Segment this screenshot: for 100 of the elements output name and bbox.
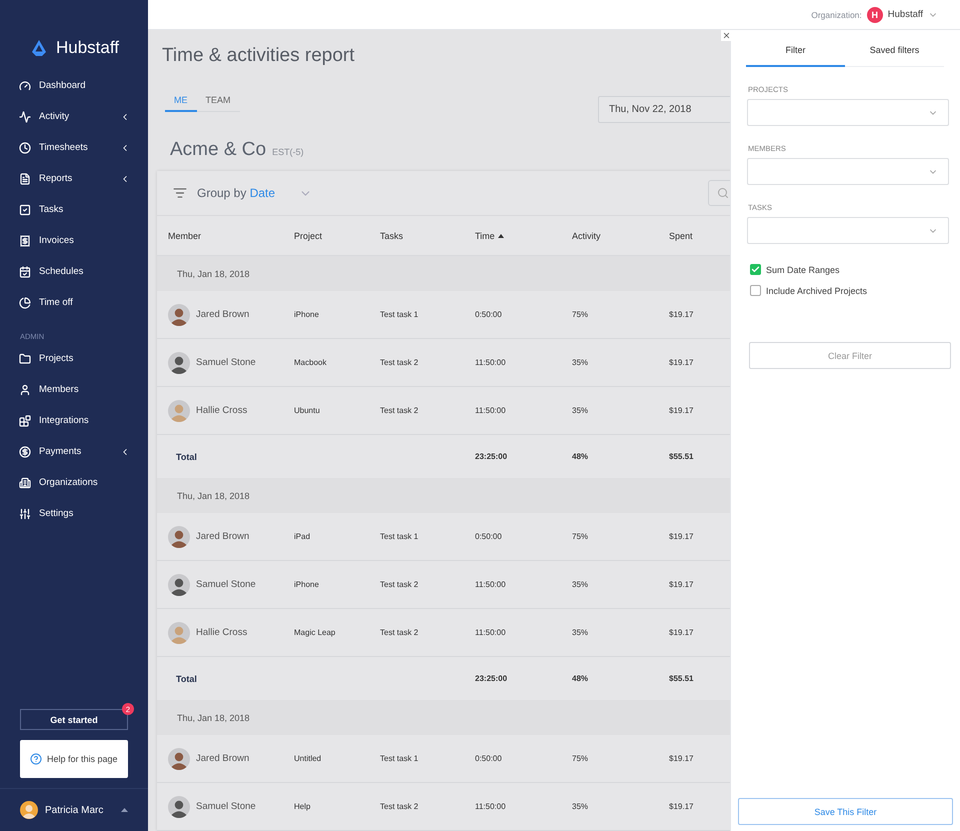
table-cell-text: $19.17 — [669, 580, 694, 589]
member-name: Hallie Cross — [196, 627, 248, 638]
group-date: Thu, Jan 18, 2018 — [177, 712, 250, 722]
avatar-icon — [168, 352, 190, 374]
select-field[interactable] — [747, 158, 949, 185]
column-header[interactable]: Tasks — [380, 230, 475, 240]
member-name: Hallie Cross — [196, 405, 248, 416]
table-cell-text: $55.51 — [669, 452, 694, 461]
nav-item[interactable]: Reports — [0, 163, 148, 194]
table-cell-text: Test task 1 — [380, 532, 420, 541]
tab[interactable]: Filter — [746, 38, 845, 67]
table-cell-text: 48% — [572, 674, 590, 683]
close-button[interactable] — [721, 30, 732, 41]
nav-icon — [19, 204, 31, 216]
nav-item[interactable]: Dashboard — [0, 70, 148, 101]
table-cell-text: Test task 2 — [380, 802, 420, 811]
search-icon — [717, 187, 729, 199]
nav-icon — [19, 80, 31, 92]
table-cell-text: 0:50:00 — [475, 754, 503, 763]
checkbox[interactable] — [750, 285, 761, 296]
avatar-icon — [168, 748, 190, 770]
table-cell-text: Test task 1 — [380, 754, 420, 763]
table-cell-text: 11:50:00 — [475, 358, 507, 367]
nav-item[interactable]: Time off — [0, 287, 148, 318]
caret-up-icon[interactable] — [121, 808, 128, 812]
group-by-label[interactable]: Group by Date — [197, 186, 289, 200]
column-header[interactable]: Spent — [669, 230, 730, 240]
total-label: Total — [176, 452, 198, 462]
select-field[interactable] — [747, 99, 949, 126]
company-name: Acme & Co — [170, 139, 266, 161]
nav-item[interactable]: Members — [0, 374, 148, 405]
table-cell-text: iPhone — [294, 310, 320, 319]
timezone-label: EST(-5) — [272, 147, 304, 157]
avatar-icon — [168, 574, 190, 596]
nav-icon — [19, 142, 31, 154]
help-button[interactable]: Help for this page — [20, 740, 128, 778]
table-cell-text: $19.17 — [669, 406, 694, 415]
tab[interactable]: Saved filters — [845, 38, 944, 67]
member-name: Jared Brown — [196, 753, 250, 764]
table-cell-text: Test task 2 — [380, 406, 420, 415]
nav-item[interactable]: Projects — [0, 343, 148, 374]
organization-avatar: H — [866, 6, 883, 22]
user-name[interactable]: Patricia Marc — [45, 804, 114, 816]
nav-item[interactable]: Timesheets — [0, 132, 148, 163]
nav-icon — [19, 352, 31, 364]
nav-item[interactable]: Integrations — [0, 405, 148, 436]
get-started-button[interactable]: Get started — [20, 709, 128, 730]
nav-item[interactable]: Tasks — [0, 194, 148, 225]
avatar-icon — [20, 801, 38, 819]
nav-item[interactable]: Activity — [0, 101, 148, 132]
column-header[interactable]: Time — [475, 230, 572, 240]
tab[interactable]: TEAM — [196, 91, 240, 112]
table-cell-text: Test task 2 — [380, 358, 420, 367]
table-cell-text: $19.17 — [669, 358, 694, 367]
table-cell-text: $55.51 — [669, 674, 694, 683]
table-cell-text: 11:50:00 — [475, 406, 507, 415]
nav-item[interactable]: Settings — [0, 498, 148, 529]
table-cell-text: Macbook — [294, 358, 328, 367]
column-header[interactable]: Project — [294, 230, 380, 240]
nav-icon — [19, 446, 31, 458]
nav-icon — [19, 266, 31, 278]
table-cell-text: Test task 2 — [380, 580, 420, 589]
column-header[interactable]: Member — [168, 230, 294, 240]
table-cell-text: 23:25:00 — [475, 674, 508, 683]
checkbox-label: Include Archived Projects — [766, 286, 868, 296]
nav-icon — [19, 384, 31, 396]
date-field[interactable]: Thu, Nov 22, 2018 — [598, 96, 730, 122]
nav-item[interactable]: Schedules — [0, 256, 148, 287]
table-cell-text: 48% — [572, 452, 590, 461]
table-cell-text: Help — [294, 802, 312, 811]
table-cell-text: $19.17 — [669, 754, 694, 763]
organization-label: Organization: — [811, 10, 862, 20]
table-cell-text: 0:50:00 — [475, 532, 503, 541]
nav-item[interactable]: Payments — [0, 436, 148, 467]
sort-icon — [173, 186, 187, 200]
nav-item[interactable]: Invoices — [0, 225, 148, 256]
checkbox[interactable] — [750, 264, 761, 275]
member-name: Samuel Stone — [196, 357, 256, 368]
avatar-icon — [168, 622, 190, 644]
save-filter-button[interactable]: Save This Filter — [738, 798, 953, 825]
table-cell-text: Test task 2 — [380, 628, 420, 637]
organization-name[interactable]: Hubstaff — [888, 9, 923, 20]
column-header[interactable]: Activity — [572, 230, 669, 240]
table-cell-text: 75% — [572, 310, 590, 319]
logo-text: Hubstaff — [56, 38, 120, 58]
table-cell-text: $19.17 — [669, 532, 694, 541]
avatar-icon — [168, 400, 190, 422]
group-date: Thu, Jan 18, 2018 — [177, 490, 250, 500]
table-cell-text: iPad — [294, 532, 312, 541]
table-cell-text: Magic Leap — [294, 628, 336, 637]
nav-item[interactable]: Organizations — [0, 467, 148, 498]
table-cell-text: 11:50:00 — [475, 580, 507, 589]
table-cell-text: $19.17 — [669, 628, 694, 637]
select-field[interactable] — [747, 217, 949, 244]
logo-icon — [30, 39, 48, 57]
table-cell-text: $19.17 — [669, 310, 694, 319]
member-name: Jared Brown — [196, 531, 250, 542]
avatar-icon — [168, 526, 190, 548]
table-cell-text: 35% — [572, 802, 590, 811]
table-cell-text: 75% — [572, 754, 590, 763]
